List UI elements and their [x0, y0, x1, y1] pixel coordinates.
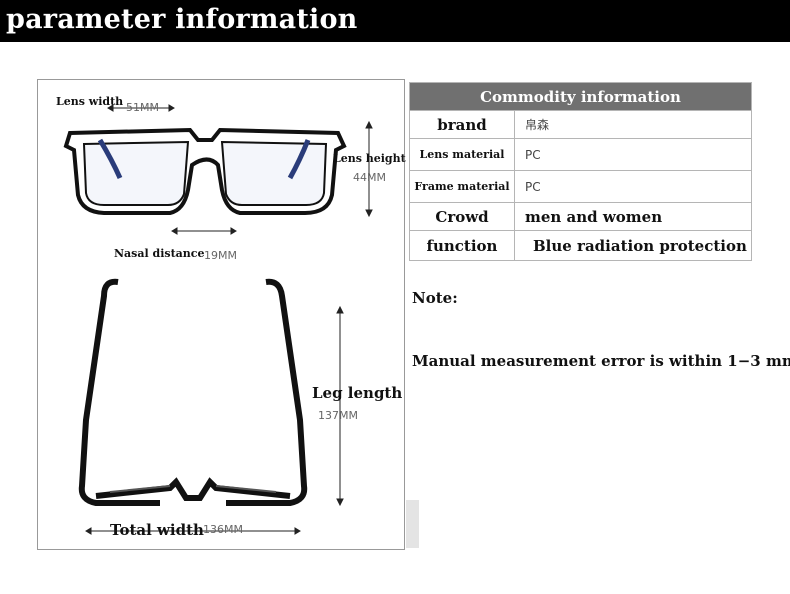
row-label-function: function	[409, 230, 515, 261]
table-row: brand 帛森	[409, 110, 752, 139]
row-value-frame-material: PC	[514, 170, 752, 203]
row-value-crowd: men and women	[514, 202, 752, 231]
note-label: Note:	[412, 289, 458, 307]
table-row: Crowd men and women	[409, 202, 752, 231]
commodity-table: Commodity information brand 帛森 Lens mate…	[409, 82, 752, 261]
row-label-lens-material: Lens material	[409, 138, 515, 171]
total-width-value: 136MM	[203, 523, 243, 536]
nasal-distance-label: Nasal distance	[114, 247, 205, 260]
lens-height-value: 44MM	[353, 171, 386, 184]
table-row: Frame material PC	[409, 170, 752, 203]
lens-height-label: Lens height	[333, 152, 406, 165]
row-value-lens-material: PC	[514, 138, 752, 171]
row-label-crowd: Crowd	[409, 202, 515, 231]
divider-bar	[406, 500, 419, 548]
row-value-brand: 帛森	[514, 110, 752, 139]
table-title: Commodity information	[409, 82, 752, 111]
note-text: Manual measurement error is within 1−3 m…	[412, 352, 790, 370]
row-value-function: Blue radiation protection	[514, 230, 752, 261]
table-header-row: Commodity information	[409, 82, 752, 111]
row-label-brand: brand	[409, 110, 515, 139]
table-row: Lens material PC	[409, 138, 752, 171]
row-label-frame-material: Frame material	[409, 170, 515, 203]
lens-width-value: 51MM	[126, 101, 159, 114]
table-row: function Blue radiation protection	[409, 230, 752, 261]
nasal-distance-value: 19MM	[204, 249, 237, 262]
lens-width-label: Lens width	[56, 95, 124, 108]
leg-length-label: Leg length	[312, 384, 403, 402]
total-width-label: Total width	[110, 521, 204, 539]
leg-length-value: 137MM	[318, 409, 358, 422]
